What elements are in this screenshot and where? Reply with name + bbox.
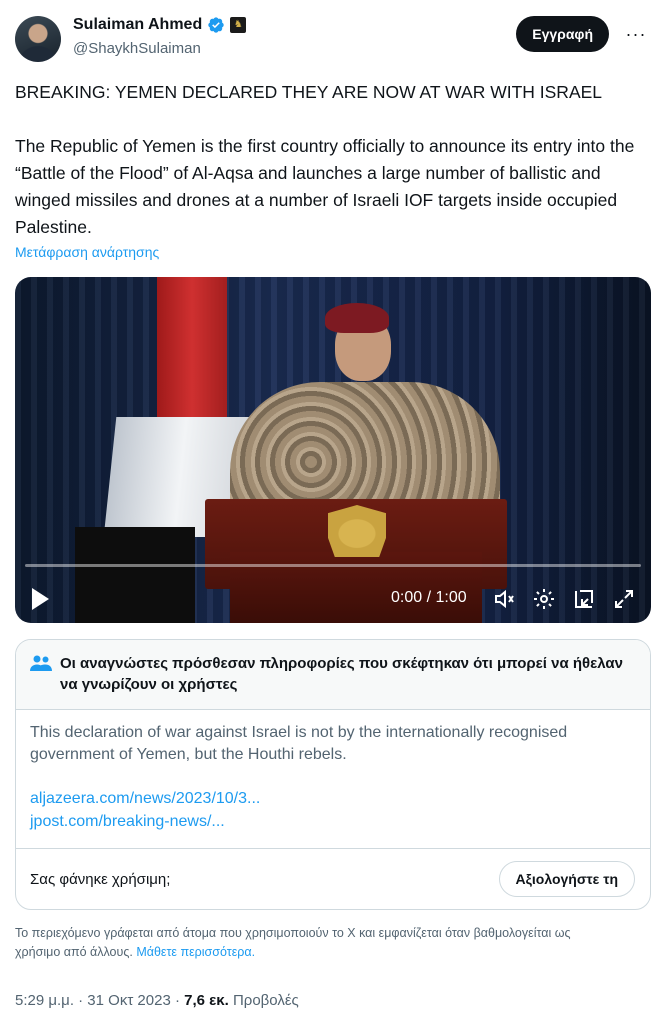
video-progress-bar[interactable] [25,564,641,567]
settings-gear-icon[interactable] [532,587,556,611]
picture-in-picture-icon[interactable] [572,587,596,611]
volume-muted-icon[interactable] [492,587,516,611]
follow-button[interactable]: Εγγραφή [516,16,609,52]
affiliation-badge-icon[interactable]: ♞ [230,17,247,33]
note-source-link-2[interactable]: jpost.com/breaking-news/... [30,813,225,831]
people-icon [30,655,52,671]
tweet-paragraph-1: BREAKING: YEMEN DECLARED THEY ARE NOW AT… [15,82,603,102]
user-handle[interactable]: @ShaykhSulaiman [73,40,201,57]
community-note: Οι αναγνώστες πρόσθεσαν πληροφορίες που … [15,639,651,910]
tweet-header: Sulaiman Ahmed ♞ @ShaykhSulaiman Εγγραφή… [15,14,651,64]
tweet-paragraph-2: The Republic of Yemen is the first count… [15,136,635,237]
note-source-link-1[interactable]: aljazeera.com/news/2023/10/3... [30,790,260,808]
play-icon[interactable] [29,586,51,612]
notes-disclaimer: Το περιεχόμενο γράφεται από άτομα που χρ… [15,924,615,962]
views-label: Προβολές [232,992,299,1009]
helpful-question: Σας φάνηκε χρήσιμη; [30,871,171,888]
display-name[interactable]: Sulaiman Ahmed [73,16,202,34]
avatar[interactable] [15,16,61,62]
timestamp[interactable]: 5:29 μ.μ. · 31 Οκτ 2023 · [15,992,184,1009]
more-options-icon[interactable]: ··· [621,22,651,46]
views-count: 7,6 εκ. [184,992,229,1009]
podium-front-image [230,552,482,623]
divider [16,848,650,849]
rate-note-button[interactable]: Αξιολογήστε τη [498,861,635,897]
verified-badge-icon[interactable] [207,16,225,34]
flag-image-black [75,527,195,623]
community-note-title: Οι αναγνώστες πρόσθεσαν πληροφορίες που … [60,655,623,693]
learn-more-link[interactable]: Μάθετε περισσότερα. [136,945,255,959]
speaker-beret-image [325,303,389,333]
video-time: 0:00 / 1:00 [391,589,467,606]
community-note-header: Οι αναγνώστες πρόσθεσαν πληροφορίες που … [16,640,650,710]
tweet-meta: 5:29 μ.μ. · 31 Οκτ 2023 · 7,6 εκ. Προβολ… [15,992,299,1009]
fullscreen-icon[interactable] [612,587,636,611]
name-row: Sulaiman Ahmed ♞ [73,16,247,34]
flag-image [157,277,227,427]
community-note-body: This declaration of war against Israel i… [30,724,568,763]
tweet-text: BREAKING: YEMEN DECLARED THEY ARE NOW AT… [15,79,651,268]
translate-post-link[interactable]: Μετάφραση ανάρτησης [15,244,159,260]
disclaimer-text: Το περιεχόμενο γράφεται από άτομα που χρ… [15,926,571,959]
video-player[interactable]: 0:00 / 1:00 [15,277,651,623]
